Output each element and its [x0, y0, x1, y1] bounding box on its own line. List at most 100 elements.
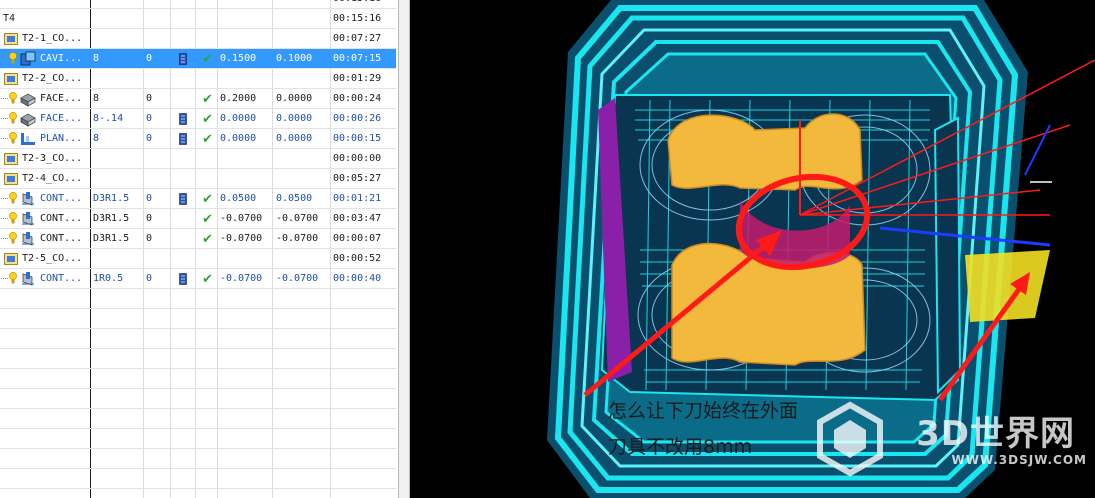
name-cell[interactable]: CONT...: [0, 229, 90, 249]
lightbulb-icon[interactable]: [9, 212, 17, 225]
program-row[interactable]: T4 00:15:16: [0, 9, 396, 29]
name-cell[interactable]: T2-2_CO...: [0, 69, 90, 89]
machining-time: 00:01:21: [333, 193, 382, 204]
tool-reference-cell: [171, 189, 195, 209]
operation-group-row[interactable]: T2-4_CO... 00:05:27: [0, 169, 396, 189]
tool-name: D3R1.5: [93, 193, 130, 204]
name-cell[interactable]: CONT...: [0, 209, 90, 229]
machining-time: 00:00:15: [333, 133, 382, 144]
stock-floor-cell: 0.0000: [273, 129, 330, 149]
name-cell[interactable]: PLAN...: [0, 129, 90, 149]
operation-group-row[interactable]: T2-1_CO... 00:07:27: [0, 29, 396, 49]
stock-floor-cell: 0.1000: [273, 49, 330, 69]
lightbulb-icon[interactable]: [9, 192, 17, 205]
name-cell[interactable]: T2-4_CO...: [0, 169, 90, 189]
operation-group-row[interactable]: T2-5_CO... 00:00:52: [0, 249, 396, 269]
stock-floor-value: 0.0000: [276, 113, 313, 124]
group-name: T2-2_CO...: [22, 73, 83, 84]
annotation-line-1: 怎么让下刀始终在外面: [608, 400, 799, 422]
operation-row[interactable]: FACE... 8 0 ✔ 0.2000 0.0000 00:00:24: [0, 89, 396, 109]
lightbulb-icon[interactable]: [9, 112, 17, 125]
checkmark-icon: ✔: [202, 52, 213, 67]
stock-floor-cell: -0.0700: [273, 229, 330, 249]
operation-group-row[interactable]: T2-2_CO... 00:01:29: [0, 69, 396, 89]
name-cell[interactable]: T2-1_CO...: [0, 29, 90, 49]
tool-name: 8: [93, 133, 100, 144]
lightbulb-icon[interactable]: [9, 132, 17, 145]
name-cell[interactable]: [0, 0, 90, 9]
time-cell: 00:01:29: [331, 69, 396, 89]
operation-name: CONT...: [40, 213, 83, 224]
tool-number: 0: [146, 193, 153, 204]
time-cell: 00:07:27: [331, 29, 396, 49]
lightbulb-icon[interactable]: [9, 272, 17, 285]
time-cell: 00:00:07: [331, 229, 396, 249]
time-cell: 00:05:27: [331, 169, 396, 189]
empty-row: [0, 309, 396, 329]
time-cell: 00:00:15: [331, 129, 396, 149]
tool-number-cell: 0: [144, 109, 170, 129]
operation-row[interactable]: CONT... 1R0.5 0 ✔ -0.0700 -0.0700 00:00:40: [0, 269, 396, 289]
watermark-text: 3D世界网: [916, 414, 1075, 454]
stock-wall-cell: -0.0700: [218, 209, 272, 229]
tool-number: 0: [146, 273, 153, 284]
tool-cell: 1R0.5: [91, 269, 143, 289]
program-name: T4: [3, 13, 16, 24]
name-cell[interactable]: CONT...: [0, 189, 90, 209]
annotation-line-2: 刀具不改用8mm: [608, 436, 753, 458]
tool-number: 0: [146, 213, 153, 224]
tool-reference-cell: [171, 269, 195, 289]
face-mill-icon: [20, 111, 36, 127]
operation-row[interactable]: PLAN... 8 0 ✔ 0.0000 0.0000 00:00:15: [0, 129, 396, 149]
group-folder-icon: [4, 253, 18, 265]
time-cell: 00:00:24: [331, 89, 396, 109]
splitter-bar[interactable]: [398, 0, 410, 498]
status-cell: ✔: [196, 189, 217, 209]
group-folder-icon: [4, 173, 18, 185]
contour-mill-icon: [20, 211, 36, 227]
operation-row[interactable]: CONT... D3R1.5 0 ✔ -0.0700 -0.0700 00:00:07: [0, 229, 396, 249]
operation-row[interactable]: FACE... 8-.14 0 ✔ 0.0000 0.0000 00:00:26: [0, 109, 396, 129]
lightbulb-icon[interactable]: [9, 232, 17, 245]
empty-row: [0, 489, 396, 498]
name-cell[interactable]: CONT...: [0, 269, 90, 289]
cavity-mill-icon: [20, 51, 36, 67]
tool-holder-icon: [179, 53, 187, 65]
tool-number-cell: 0: [144, 129, 170, 149]
tool-reference-cell: [171, 209, 195, 229]
stock-wall-cell: 0.0000: [218, 109, 272, 129]
status-cell: ✔: [196, 129, 217, 149]
name-cell[interactable]: T2-5_CO...: [0, 249, 90, 269]
checkmark-icon: ✔: [202, 92, 213, 107]
operation-row[interactable]: CAVI... 8 0 ✔ 0.1500 0.1000 00:07:15: [0, 49, 396, 69]
lightbulb-icon[interactable]: [9, 52, 17, 65]
operation-navigator[interactable]: 00:15:16 T4 00:15:16 T2-1_CO... 00:07:27 CAVI…: [0, 0, 398, 498]
tool-reference-cell: [171, 109, 195, 129]
name-cell[interactable]: CAVI...: [0, 49, 90, 69]
program-total-row[interactable]: 00:15:16: [0, 0, 396, 9]
stock-wall-value: -0.0700: [220, 233, 263, 244]
lightbulb-icon[interactable]: [9, 92, 17, 105]
tree-connector: [1, 98, 8, 99]
name-cell[interactable]: FACE...: [0, 109, 90, 129]
empty-row: [0, 329, 396, 349]
name-cell[interactable]: T2-3_CO...: [0, 149, 90, 169]
empty-row: [0, 409, 396, 429]
graphics-viewport[interactable]: 怎么让下刀始终在外面 刀具不改用8mm 3D世界网 WWW.3DSJW.COM: [410, 0, 1095, 498]
tree-connector: [1, 118, 8, 119]
name-cell[interactable]: FACE...: [0, 89, 90, 109]
status-cell: ✔: [196, 49, 217, 69]
stock-wall-cell: 0.0500: [218, 189, 272, 209]
empty-row: [0, 289, 396, 309]
operation-row[interactable]: CONT... D3R1.5 0 ✔ -0.0700 -0.0700 00:03:47: [0, 209, 396, 229]
empty-row: [0, 389, 396, 409]
operation-group-row[interactable]: T2-3_CO... 00:00:00: [0, 149, 396, 169]
tool-number-cell: 0: [144, 89, 170, 109]
name-cell[interactable]: T4: [0, 9, 90, 29]
operation-row[interactable]: CONT... D3R1.5 0 ✔ 0.0500 0.0500 00:01:21: [0, 189, 396, 209]
tool-cell: 8: [91, 49, 143, 69]
machining-time: 00:03:47: [333, 213, 382, 224]
machining-time: 00:00:26: [333, 113, 382, 124]
machining-time: 00:00:24: [333, 93, 382, 104]
stock-floor-value: 0.0000: [276, 93, 313, 104]
